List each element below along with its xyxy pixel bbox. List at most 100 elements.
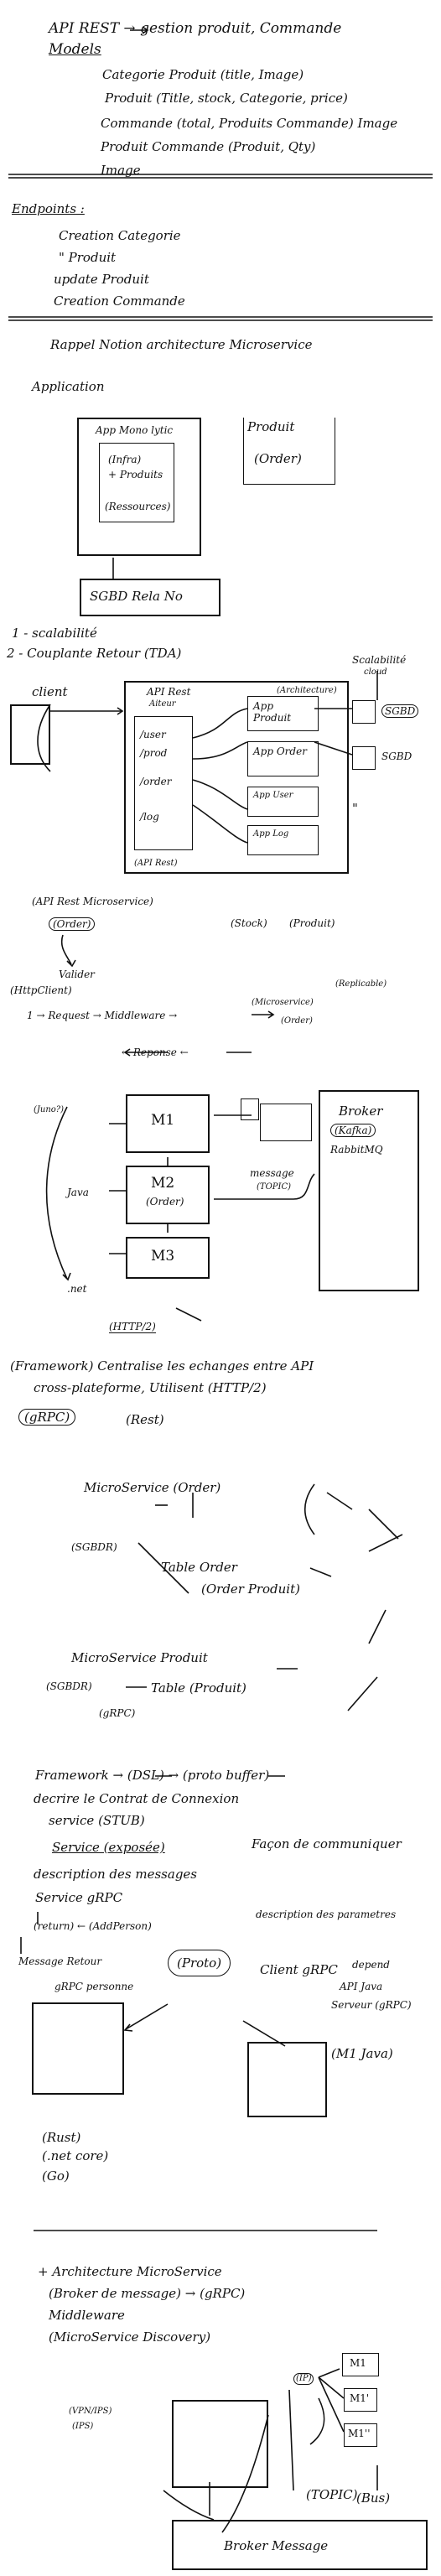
endpoint-item: Creation Categorie: [59, 228, 181, 243]
m2-label: M2: [151, 1175, 175, 1192]
valider-label: Valider: [59, 969, 95, 980]
order-label: (Order): [254, 451, 302, 466]
service-label: App Produit: [253, 700, 292, 724]
model-item: Categorie Produit (title, Image): [102, 67, 304, 82]
table-order-label: Table Order: [161, 1560, 237, 1575]
endpoint-item: " Produit: [59, 250, 117, 265]
broker-label: Broker: [339, 1104, 383, 1119]
routes-box: /user /prod /order /log: [134, 716, 193, 850]
model-item: Image: [101, 163, 141, 178]
framework-dsl: Framework → (DSL) → (proto buffer): [35, 1768, 270, 1783]
produits-label: + Produits: [108, 469, 163, 480]
api-rest-box: API Rest Aiteur /user /prod /order /log …: [124, 681, 349, 874]
endpoints-label: Endpoints :: [12, 201, 85, 216]
cloud-label: cloud: [364, 667, 387, 677]
depend-label: depend: [352, 1959, 390, 1971]
models-label: Models: [49, 41, 101, 58]
point-1: 1 - scalabilité: [12, 626, 97, 641]
m3-box: M3: [126, 1237, 210, 1279]
client-label: client: [32, 684, 68, 699]
java-label: Java: [67, 1187, 89, 1198]
client-grpc: Client gRPC: [260, 1962, 338, 1977]
grpc-small: (gRPC): [99, 1707, 136, 1719]
monolith-box: App Mono lytic (Infra) + Produits (Resso…: [77, 418, 201, 556]
stock-label: (Stock): [231, 917, 267, 929]
ditto-mark: ": [352, 801, 358, 816]
service-stub: service (STUB): [49, 1813, 145, 1828]
order-bubble: (Order): [49, 917, 96, 931]
monolith-title: App Mono lytic: [96, 424, 174, 436]
small-square: [241, 1098, 259, 1120]
broker-box: Broker (Kafka) RabbitMQ: [319, 1090, 419, 1291]
arch-ms-title: + Architecture MicroService: [38, 2264, 222, 2279]
produit-box: (Order): [243, 418, 335, 485]
vpn-label: (VPN/IPS): [69, 2407, 112, 2416]
service-order: App Order: [247, 741, 319, 776]
sgbd-2: SGBD: [381, 750, 412, 762]
arch-ms-item: Middleware: [49, 2308, 125, 2323]
m1-box: M1: [126, 1094, 210, 1153]
model-item: Produit (Title, stock, Categorie, price): [105, 91, 348, 106]
return-line: (return) ← (AddPerson): [34, 1920, 152, 1932]
desc-params: description des parametres: [256, 1909, 397, 1920]
service-exposee: Service (exposée): [52, 1840, 165, 1855]
endpoint-item: Creation Commande: [54, 293, 185, 309]
scalabilite-label: Scalabilité: [352, 654, 407, 666]
rest-label: (Rest): [126, 1412, 164, 1427]
service-label: App Order: [253, 745, 307, 757]
api-rest-caption: (API Rest): [134, 859, 178, 868]
m1-label: M1: [350, 2357, 366, 2369]
service-produit: App Produit: [247, 696, 319, 731]
service-label: App User: [253, 791, 293, 800]
http2-label: (HTTP/2): [109, 1321, 156, 1333]
proto-bubble: (Proto): [168, 1950, 231, 1976]
message-retour: Message Retour: [18, 1955, 102, 1967]
order-produit-label: (Order Produit): [201, 1581, 300, 1597]
m1-label: M1: [151, 1112, 175, 1129]
m1-java-label: (M1 Java): [331, 2046, 393, 2061]
api-rest-title: API REST → gestion produit, Commande: [49, 20, 342, 37]
rabbit-label: RabbitMQ: [330, 1144, 383, 1156]
m2-sub: (Order): [146, 1196, 184, 1208]
arch-ms-item: (MicroService Discovery): [49, 2329, 211, 2345]
framework-line: (Framework) Centralise les echanges entr…: [10, 1358, 314, 1374]
service-grpc: Service gRPC: [35, 1890, 123, 1905]
server-square: [247, 2042, 327, 2117]
m1p-box: M1': [344, 2388, 377, 2412]
service-log: App Log: [247, 825, 319, 855]
juno-label: (Juno?): [34, 1105, 65, 1114]
ip-label: (IP): [293, 2373, 314, 2385]
ips-label: (IPS): [72, 2422, 94, 2431]
crossplatform-line: cross-plateforme, Utilisent (HTTP/2): [34, 1380, 267, 1395]
rappel-title: Rappel Notion architecture Microservice: [50, 337, 313, 352]
sgbd-1: SGBD: [381, 704, 419, 718]
api-java-label: API Java: [340, 1981, 383, 1992]
net-label: .net: [67, 1283, 87, 1295]
facon-label: Façon de communiquer: [252, 1836, 402, 1852]
arch-ms-item: (Broker de message) → (gRPC): [49, 2286, 246, 2301]
broker-message-box: Broker Message: [172, 2520, 428, 2570]
sgbd-small-box: [352, 700, 376, 724]
order-label: (Order): [281, 1016, 313, 1026]
topic-label: (TOPIC): [257, 1182, 292, 1192]
produit-label: (Produit): [289, 917, 335, 929]
model-item: Produit Commande (Produit, Qty): [101, 139, 316, 154]
request-flow: 1 → Request → Middleware →: [27, 1010, 178, 1021]
ms-produit-label: MicroService Produit: [71, 1650, 208, 1665]
route-item: /prod: [140, 747, 168, 759]
kafka-label: (Kafka): [330, 1124, 376, 1137]
sgbd-label: SGBD Rela No: [90, 589, 183, 604]
route-item: /user: [140, 729, 166, 740]
bus-label: (Bus): [356, 2490, 391, 2506]
serveur-grpc-label: Serveur (gRPC): [331, 1999, 412, 2011]
sgbd-small-box: [352, 746, 376, 770]
api-rest-title: API Rest: [147, 686, 191, 698]
topic-box: [260, 1104, 312, 1141]
model-item: Commande (total, Produits Commande) Imag…: [101, 116, 398, 131]
m2-box: M2 (Order): [126, 1166, 210, 1224]
sgbd-box: SGBD Rela No: [80, 579, 220, 616]
httpclient-label: (HttpClient): [10, 984, 72, 996]
lang-net: (.net core): [42, 2148, 109, 2163]
architecture-label: (Architecture): [277, 686, 337, 695]
grpc-personne: gRPC personne: [54, 1981, 134, 1992]
